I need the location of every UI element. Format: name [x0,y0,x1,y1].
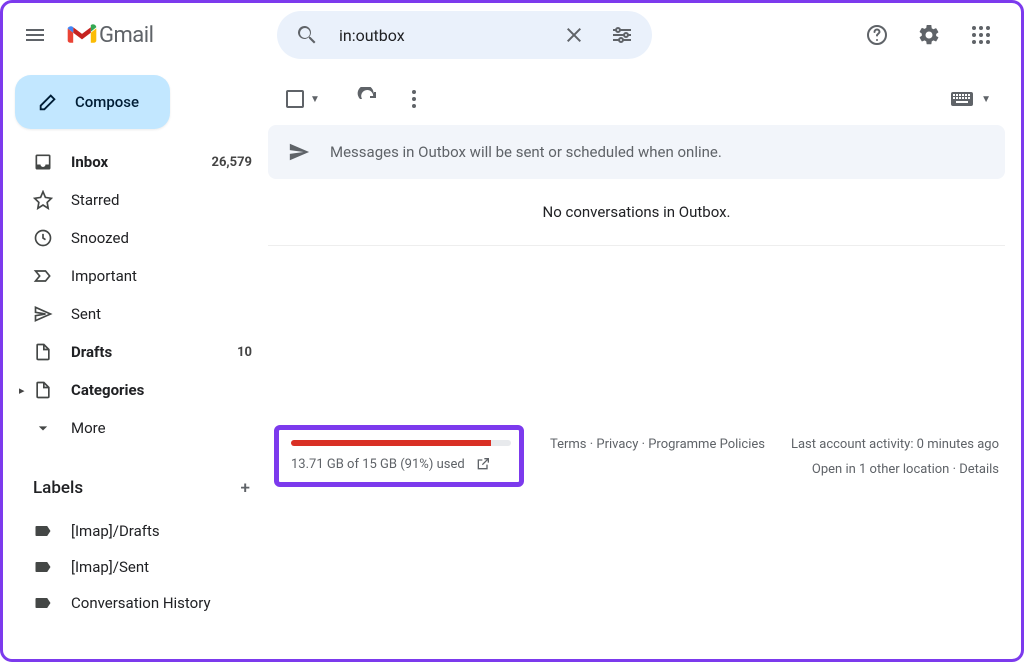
nav-label: Drafts [71,343,219,361]
refresh-icon[interactable] [348,79,388,119]
banner-text: Messages in Outbox will be sent or sched… [330,143,722,161]
nav-label: Categories [71,381,252,399]
sidebar-item-more[interactable]: More [11,409,268,447]
sidebar-item-inbox[interactable]: Inbox 26,579 [11,143,268,181]
label-icon [33,557,53,577]
sidebar-item-starred[interactable]: Starred [11,181,268,219]
more-icon[interactable] [394,79,434,119]
nav-label: Sent [71,305,252,323]
nav-label: Important [71,267,252,285]
label-item[interactable]: Conversation History [11,585,268,621]
open-external-icon[interactable] [475,456,491,472]
search-icon[interactable] [283,11,331,59]
search-options-icon[interactable] [598,11,646,59]
empty-message: No conversations in Outbox. [268,179,1005,246]
label-item[interactable]: [Imap]/Sent [11,549,268,585]
outbox-banner: Messages in Outbox will be sent or sched… [268,125,1005,179]
clock-icon [33,228,53,248]
nav-count: 26,579 [212,155,253,170]
account-activity: Last account activity: 0 minutes ago Ope… [791,425,999,482]
important-icon [33,266,53,286]
gmail-logo[interactable]: Gmail [63,23,273,48]
sidebar-item-sent[interactable]: Sent [11,295,268,333]
label-item[interactable]: [Imap]/Drafts [11,513,268,549]
activity-details[interactable]: Details [959,462,999,477]
file-icon [33,380,53,400]
main-menu-icon[interactable] [11,11,59,59]
footer-links: Terms · Privacy · Programme Policies [548,425,767,456]
label-text: [Imap]/Sent [71,558,252,576]
activity-locations[interactable]: Open in 1 other location [812,462,949,477]
expand-icon [33,418,53,438]
select-all-checkbox[interactable]: ▼ [278,86,324,112]
label-text: Conversation History [71,594,252,612]
label-text: [Imap]/Drafts [71,522,252,540]
programme-link[interactable]: Programme Policies [648,437,765,452]
nav-label: Starred [71,191,252,209]
star-icon [33,190,53,210]
search-bar[interactable] [277,11,652,59]
add-label-icon[interactable]: + [241,478,250,498]
apps-icon[interactable] [957,11,1005,59]
privacy-link[interactable]: Privacy [596,437,638,452]
file-icon [33,342,53,362]
select-dropdown-icon[interactable]: ▼ [306,94,324,105]
storage-widget[interactable]: 13.71 GB of 15 GB (91%) used [274,425,524,487]
compose-label: Compose [75,93,139,111]
content-area: ▼ ▼ Messages in Outbox will be sent or s… [268,67,1021,659]
search-input[interactable] [331,26,550,45]
toolbar: ▼ ▼ [268,75,1005,123]
storage-text: 13.71 GB of 15 GB (91%) used [291,457,465,472]
sidebar-item-drafts[interactable]: Drafts 10 [11,333,268,371]
clear-search-icon[interactable] [550,11,598,59]
nav-label: Snoozed [71,229,252,247]
sidebar-item-snoozed[interactable]: Snoozed [11,219,268,257]
activity-line1: Last account activity: 0 minutes ago [791,433,999,458]
caret-icon: ▸ [19,384,25,397]
nav-label: More [71,419,252,437]
send-icon [33,304,53,324]
storage-bar [291,440,511,446]
app-name: Gmail [99,23,153,48]
send-icon [288,141,310,163]
inbox-icon [33,152,53,172]
sidebar: Compose Inbox 26,579 Starred Snoozed Importa… [3,67,268,659]
nav-count: 10 [237,345,252,360]
help-icon[interactable] [853,11,901,59]
terms-link[interactable]: Terms [550,437,587,452]
label-icon [33,521,53,541]
sidebar-item-categories[interactable]: ▸ Categories [11,371,268,409]
compose-button[interactable]: Compose [15,75,170,129]
sidebar-item-important[interactable]: Important [11,257,268,295]
nav-label: Inbox [71,153,194,171]
input-tools-icon[interactable]: ▼ [951,92,995,106]
settings-icon[interactable] [905,11,953,59]
labels-header: Labels [33,478,83,498]
label-icon [33,593,53,613]
